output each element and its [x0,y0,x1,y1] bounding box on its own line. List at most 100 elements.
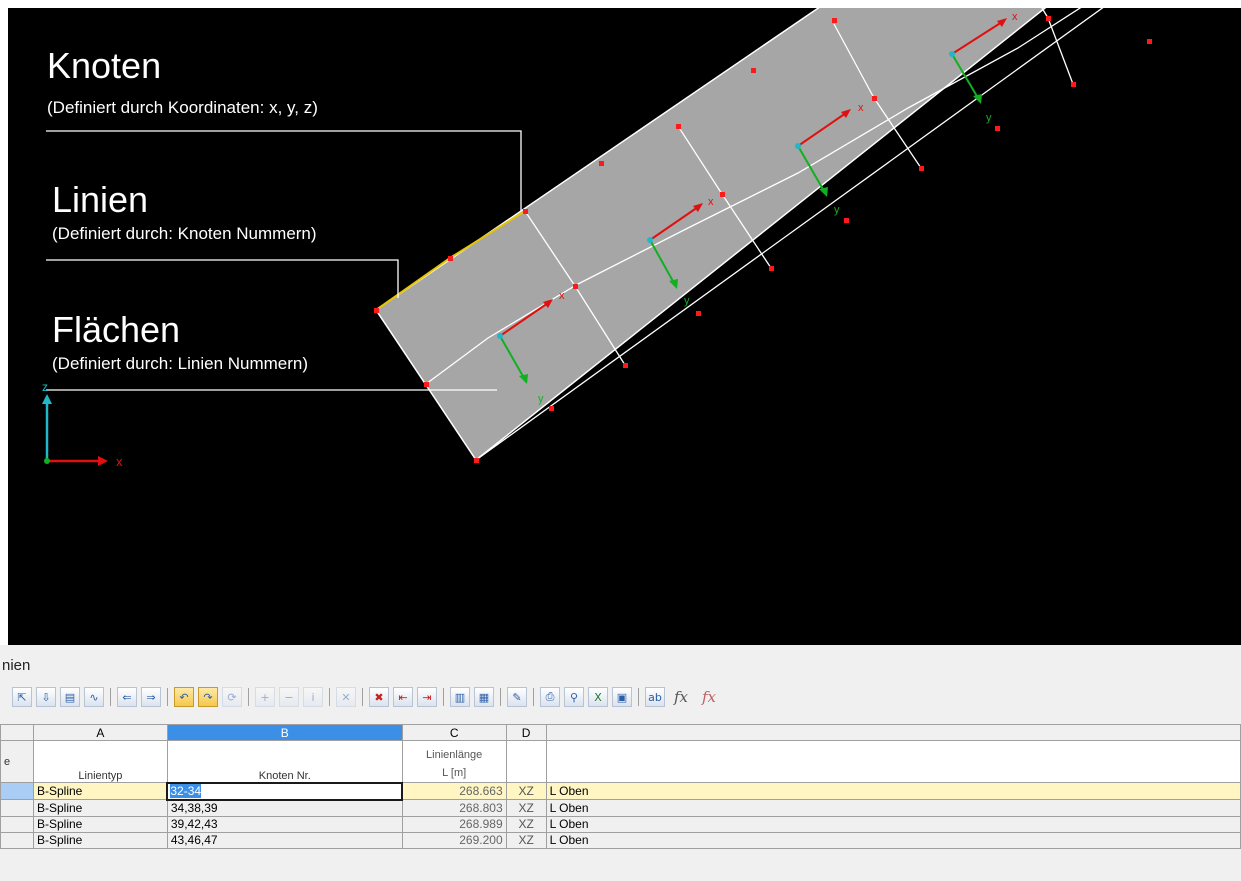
node[interactable] [1046,16,1051,21]
header-d [505,740,547,783]
cell-length[interactable]: 269.200 [401,831,507,849]
row-header[interactable] [0,782,34,800]
zoom-in-icon[interactable]: + [255,687,275,707]
local-y-label: y [986,112,992,124]
columns-icon[interactable]: ▥ [450,687,470,707]
cell-comment[interactable]: L Oben [545,799,1241,817]
cell-knoten[interactable]: 39,42,43 [166,815,403,833]
redo-icon[interactable]: ↷ [198,687,218,707]
node[interactable] [424,382,429,387]
table-row[interactable]: B-Spline 32-34 268.663 XZ L Oben [0,781,1241,801]
cell-linientyp[interactable]: B-Spline [32,815,168,833]
zoom-out-icon[interactable]: − [279,687,299,707]
cell-knoten[interactable]: 34,38,39 [166,799,403,817]
table-first-icon[interactable]: ⇱ [12,687,32,707]
search-icon[interactable]: ⚲ [564,687,584,707]
cell-plane[interactable]: XZ [505,782,547,800]
undo-icon[interactable]: ↶ [174,687,194,707]
cell-length[interactable]: 268.803 [401,799,507,817]
node[interactable] [1071,82,1076,87]
table-filter-icon[interactable]: ▤ [60,687,80,707]
col-header-d[interactable]: D [505,724,547,741]
node[interactable] [995,126,1000,131]
cell-length[interactable]: 268.989 [401,815,507,833]
node[interactable] [474,458,479,463]
local-x-label: x [708,196,714,208]
delete-icon[interactable]: ✕ [336,687,356,707]
refresh-icon[interactable]: ⟳ [222,687,242,707]
cell-plane[interactable]: XZ [505,831,547,849]
node[interactable] [1147,39,1152,44]
col-header-b[interactable]: B [166,724,403,741]
cell-comment[interactable]: L Oben [545,782,1241,800]
cell-linientyp[interactable]: B-Spline [32,831,168,849]
linien-subtitle: (Definiert durch: Knoten Nummern) [52,224,317,243]
node[interactable] [523,209,528,214]
toolbar-separator [362,688,363,706]
cell-knoten[interactable]: 43,46,47 [166,831,403,849]
node[interactable] [549,406,554,411]
cell-knoten-edit[interactable]: 32-34 [166,781,404,801]
arrow-right-icon[interactable]: ⇒ [141,687,161,707]
cell-knoten-value[interactable]: 32-34 [170,784,202,798]
table-chart-icon[interactable]: ∿ [84,687,104,707]
node[interactable] [573,284,578,289]
info-icon[interactable]: i [303,687,323,707]
col-header-e[interactable] [545,724,1241,741]
cell-plane[interactable]: XZ [505,799,547,817]
table-panel: nien ⇱ ⇩ ▤ ∿ ⇐ ⇒ ↶ ↷ ⟳ + − i ✕ ✖ ⇤ ⇥ ▥ ▦… [0,645,1241,881]
col-header-a[interactable]: A [32,724,168,741]
cell-plane[interactable]: XZ [505,815,547,833]
node[interactable] [676,124,681,129]
header-linientyp: Linientyp [32,740,168,783]
row-header[interactable] [0,815,34,833]
node[interactable] [751,68,756,73]
col-header-c[interactable]: C [401,724,507,741]
cell-linientyp[interactable]: B-Spline [32,782,168,800]
header-linienlaenge: Linienlänge L [m] [401,740,507,783]
table-import-icon[interactable]: ⇩ [36,687,56,707]
append-row-icon[interactable]: ⇥ [417,687,437,707]
node[interactable] [769,266,774,271]
node[interactable] [844,218,849,223]
row-header[interactable] [0,831,34,849]
fx-delete-icon[interactable]: fx [697,687,721,707]
table-row[interactable]: B-Spline 39,42,43 268.989 XZ L Oben [0,815,1241,833]
fx-icon[interactable]: fx [669,687,693,707]
column-letter-row: A B C D [0,724,1241,741]
knoten-title: Knoten [47,45,162,86]
edit-note-icon[interactable]: ✎ [507,687,527,707]
node[interactable] [872,96,877,101]
node[interactable] [720,192,725,197]
cell-comment[interactable]: L Oben [545,831,1241,849]
header-knoten-nr: Knoten Nr. [166,740,403,783]
row-header[interactable] [0,799,34,817]
surface[interactable] [374,8,1108,462]
delete-rows-icon[interactable]: ✖ [369,687,389,707]
table-row[interactable]: B-Spline 34,38,39 268.803 XZ L Oben [0,799,1241,817]
print-icon[interactable]: ⎙ [540,687,560,707]
node[interactable] [919,166,924,171]
knoten-subtitle: (Definiert durch Koordinaten: x, y, z) [47,98,318,117]
table-row[interactable]: B-Spline 43,46,47 269.200 XZ L Oben [0,831,1241,849]
cell-length[interactable]: 268.663 [401,782,507,800]
node[interactable] [599,161,604,166]
node[interactable] [374,308,379,313]
columns-edit-icon[interactable]: ▦ [474,687,494,707]
arrow-left-icon[interactable]: ⇐ [117,687,137,707]
node[interactable] [696,311,701,316]
local-x-label: x [1012,11,1018,23]
cell-comment[interactable]: L Oben [545,815,1241,833]
cell-linientyp[interactable]: B-Spline [32,799,168,817]
surface-strip[interactable] [374,8,1241,462]
graphics-viewport[interactable]: x y x y x y x y z x Knoten (Definiert du… [8,8,1241,645]
column-title-row: e Linientyp Knoten Nr. Linienlänge L [m] [0,740,1241,783]
excel-icon[interactable]: X [588,687,608,707]
rename-icon[interactable]: ab [645,687,665,707]
node[interactable] [832,18,837,23]
insert-row-icon[interactable]: ⇤ [393,687,413,707]
node[interactable] [448,256,453,261]
calculator-icon[interactable]: ▣ [612,687,632,707]
corner-cell[interactable] [0,724,34,741]
node[interactable] [623,363,628,368]
